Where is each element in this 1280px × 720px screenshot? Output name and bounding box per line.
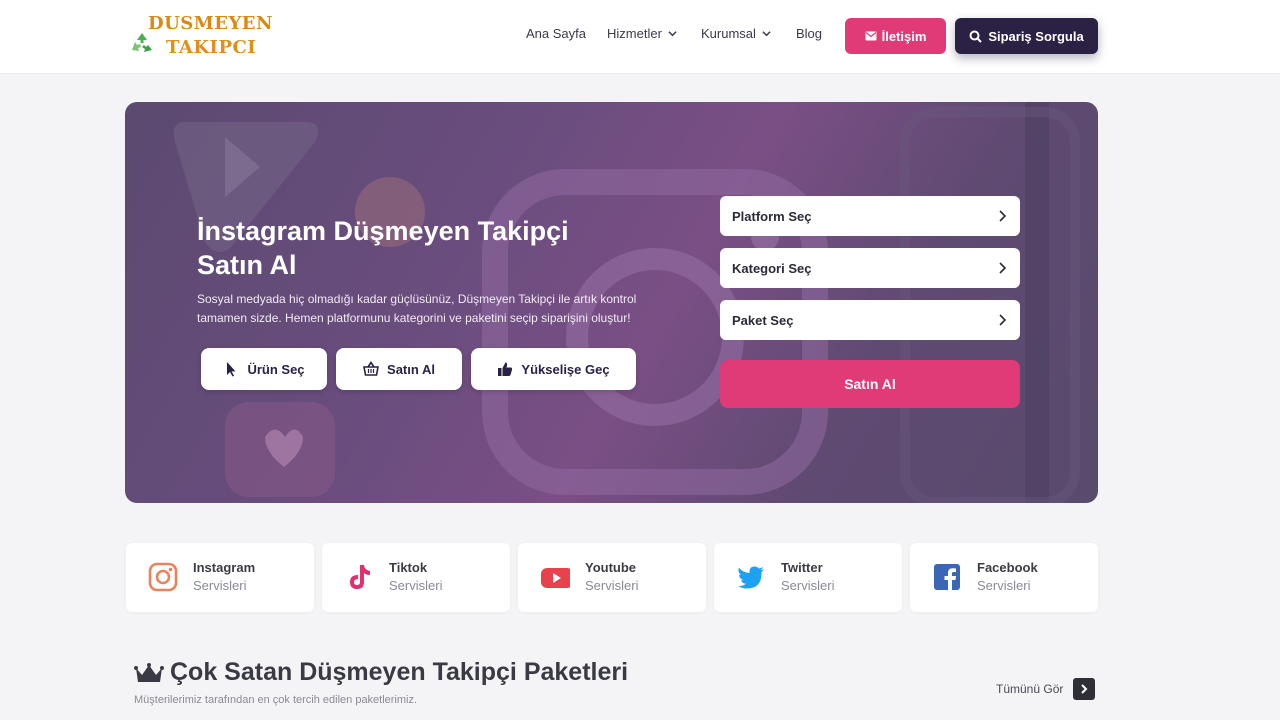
buy-now-label: Satın Al — [387, 361, 435, 377]
envelope-icon — [865, 31, 877, 41]
see-all-link[interactable]: Tümünü Gör — [996, 678, 1096, 700]
order-query-button-label: Sipariş Sorgula — [988, 28, 1084, 44]
crown-icon — [134, 663, 164, 682]
bestsellers-title: Çok Satan Düşmeyen Takipçi Paketleri — [170, 658, 629, 686]
hero-title-line2: Satın Al — [197, 250, 297, 280]
see-all-label: Tümünü Gör — [996, 682, 1064, 696]
chevron-right-icon — [1081, 684, 1088, 694]
contact-button[interactable]: İletişim — [845, 18, 946, 54]
chevron-right-icon — [999, 210, 1007, 222]
see-all-arrow-button[interactable] — [1073, 678, 1096, 700]
platform-select[interactable]: Platform Seç — [720, 196, 1020, 236]
service-card-subtitle: Servisleri — [977, 578, 1031, 593]
package-select[interactable]: Paket Seç — [720, 300, 1020, 340]
service-card-title: Tiktok — [389, 560, 428, 575]
site-header: DUSMEYEN TAKIPCI Ana Sayfa Hizmetler Kur… — [0, 0, 1280, 74]
platform-select-label: Platform Seç — [732, 208, 812, 224]
chevron-right-icon — [999, 262, 1007, 274]
service-card-instagram[interactable]: Instagram Servisleri — [126, 543, 314, 612]
rise-up-button[interactable]: Yükselişe Geç — [471, 348, 636, 390]
contact-button-label: İletişim — [881, 28, 927, 44]
logo-text-bottom: TAKIPCI — [166, 37, 257, 58]
service-card-subtitle: Servisleri — [193, 578, 247, 593]
youtube-icon — [541, 568, 570, 588]
chevron-down-icon — [668, 31, 677, 37]
service-card-facebook[interactable]: Facebook Servisleri — [910, 543, 1098, 612]
site-logo[interactable]: DUSMEYEN TAKIPCI — [128, 12, 278, 62]
nav-home-label: Ana Sayfa — [526, 26, 586, 41]
nav-blog-label: Blog — [796, 26, 823, 41]
service-card-subtitle: Servisleri — [781, 578, 835, 593]
nav-home[interactable]: Ana Sayfa — [526, 26, 586, 41]
basket-icon — [363, 361, 379, 376]
service-card-subtitle: Servisleri — [585, 578, 639, 593]
nav-corporate[interactable]: Kurumsal — [701, 26, 771, 41]
service-card-title: Instagram — [193, 560, 256, 575]
nav-services-label: Hizmetler — [607, 26, 662, 41]
hero-description: Sosyal medyada hiç olmadığı kadar güçlüs… — [197, 292, 637, 325]
package-select-label: Paket Seç — [732, 312, 794, 328]
service-card-youtube[interactable]: Youtube Servisleri — [518, 543, 706, 612]
order-query-button[interactable]: Sipariş Sorgula — [955, 18, 1098, 54]
hero-title-line1: İnstagram Düşmeyen Takipçi — [197, 216, 569, 246]
logo-text-top: DUSMEYEN — [148, 13, 273, 34]
select-product-label: Ürün Seç — [247, 361, 305, 377]
thumbs-up-icon — [498, 362, 513, 376]
service-card-title: Facebook — [977, 560, 1038, 575]
service-card-twitter[interactable]: Twitter Servisleri — [714, 543, 902, 612]
search-icon — [969, 30, 983, 43]
service-card-subtitle: Servisleri — [389, 578, 443, 593]
category-select[interactable]: Kategori Seç — [720, 248, 1020, 288]
chevron-down-icon — [762, 31, 771, 37]
service-card-title: Youtube — [585, 560, 637, 575]
tiktok-icon — [350, 565, 370, 589]
select-product-button[interactable]: Ürün Seç — [201, 348, 327, 390]
bestsellers-subtitle: Müşterilerimiz tarafından en çok tercih … — [134, 694, 418, 706]
cursor-icon — [227, 362, 236, 377]
nav-services[interactable]: Hizmetler — [607, 26, 677, 41]
nav-blog[interactable]: Blog — [796, 26, 822, 41]
chevron-right-icon — [999, 314, 1007, 326]
purchase-button[interactable]: Satın Al — [720, 360, 1020, 408]
instagram-icon — [148, 562, 178, 592]
service-card-title: Twitter — [781, 560, 823, 575]
buy-now-button[interactable]: Satın Al — [336, 348, 462, 390]
service-card-tiktok[interactable]: Tiktok Servisleri — [322, 543, 510, 612]
facebook-icon — [934, 564, 960, 590]
recycle-icon — [132, 33, 152, 52]
rise-up-label: Yükselişe Geç — [521, 361, 610, 377]
twitter-icon — [738, 566, 764, 589]
purchase-button-label: Satın Al — [844, 376, 896, 392]
hero-banner: İnstagram Düşmeyen Takipçi Satın Al Sosy… — [125, 102, 1098, 503]
category-select-label: Kategori Seç — [732, 260, 812, 276]
hero-title: İnstagram Düşmeyen Takipçi Satın Al — [197, 214, 617, 282]
nav-corporate-label: Kurumsal — [701, 26, 756, 41]
